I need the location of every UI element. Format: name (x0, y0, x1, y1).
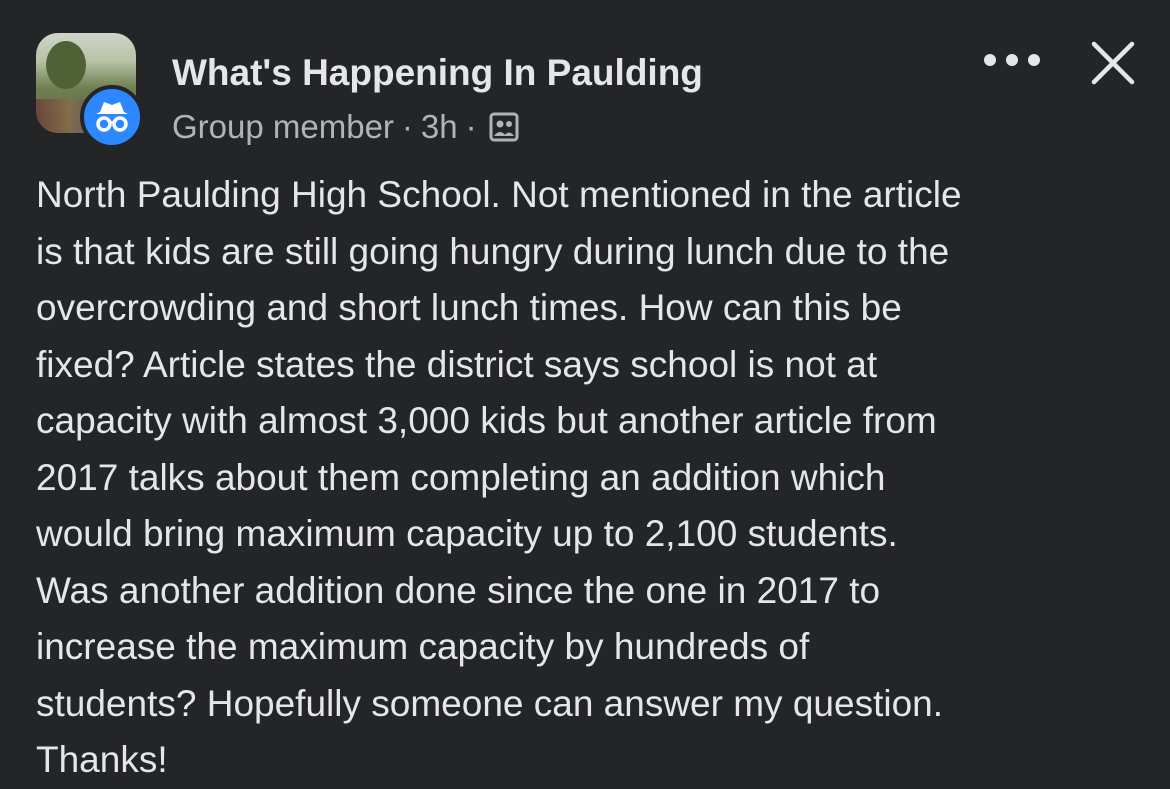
post-body-line: Thanks! (36, 739, 168, 780)
meta-separator: · (465, 108, 477, 145)
post-body-line: increase the maximum capacity by hundred… (36, 626, 810, 667)
author-role: Group member (172, 108, 394, 145)
group-avatar[interactable] (36, 33, 144, 149)
group-audience-icon[interactable] (489, 112, 519, 142)
post-body: North Paulding High School. Not mentione… (36, 167, 1146, 789)
dot-3 (1028, 54, 1040, 66)
meta-separator: · (401, 108, 413, 145)
group-name-link[interactable]: What's Happening In Paulding (172, 52, 703, 94)
close-icon[interactable] (1088, 38, 1138, 88)
post-body-line: students? Hopefully someone can answer m… (36, 682, 944, 724)
dot-2 (1006, 54, 1018, 66)
anonymous-member-icon (80, 85, 144, 149)
post-body-line: 2017 talks about them completing an addi… (36, 456, 886, 498)
post-body-line: capacity with almost 3,000 kids but anot… (36, 400, 937, 441)
post-body-line: would bring maximum capacity up to 2,100… (36, 513, 898, 554)
post-body-line: fixed? Article states the district says … (36, 343, 878, 385)
post-body-line: Was another addition done since the one … (36, 569, 881, 611)
post-body-line: North Paulding High School. Not mentione… (36, 174, 962, 215)
post-body-line: is that kids are still going hungry duri… (36, 230, 950, 272)
more-options-icon[interactable] (984, 48, 1040, 72)
post-meta: Group member · 3h · (172, 108, 519, 146)
dot-1 (984, 54, 996, 66)
photo-tree (46, 41, 86, 89)
post-body-line: overcrowding and short lunch times. How … (36, 287, 902, 328)
post-timestamp[interactable]: 3h (421, 108, 458, 146)
post-card: What's Happening In Paulding Group membe… (0, 0, 1170, 780)
